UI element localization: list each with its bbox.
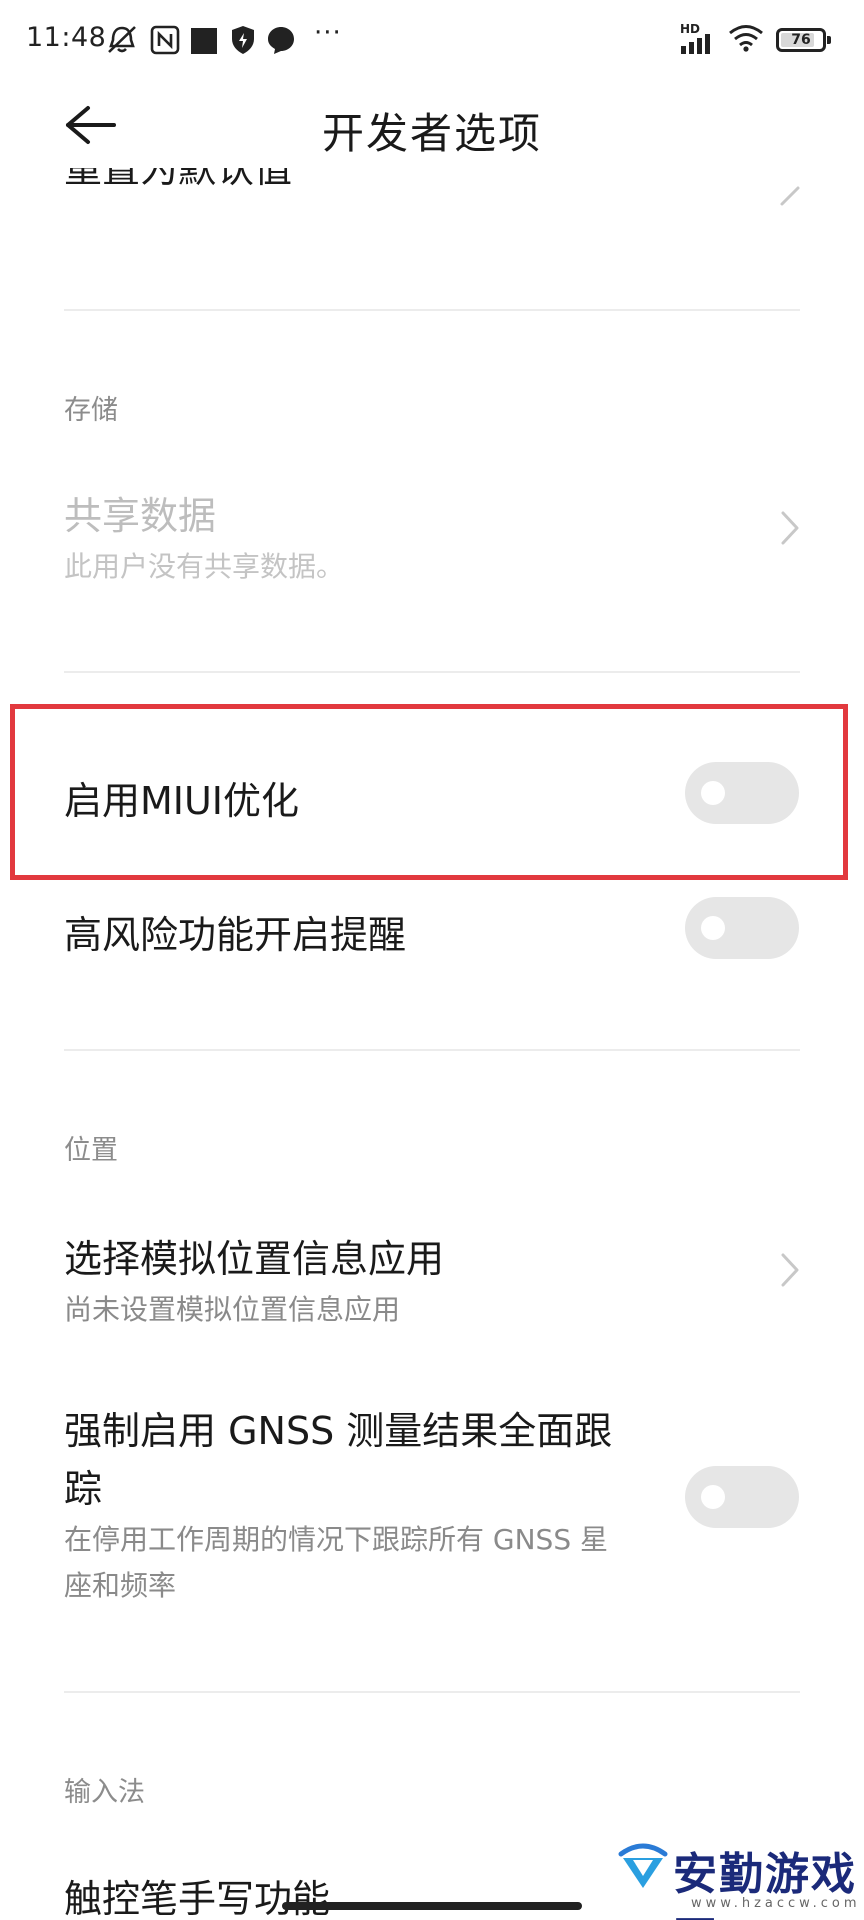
divider [64, 1691, 800, 1693]
section-header-location: 位置 [64, 1135, 118, 1166]
force-gnss-toggle[interactable] [685, 1466, 799, 1528]
screen: 11:48 ··· HD 76 开发者选项 重置为默认值 存储 共享数据 此用户… [0, 0, 864, 1920]
more-notifications-icon: ··· [314, 18, 342, 48]
status-time: 11:48 [26, 22, 107, 53]
divider [64, 671, 800, 673]
wifi-icon [729, 25, 763, 52]
shared-data-title: 共享数据 [64, 494, 217, 538]
mock-location-app-subtitle: 尚未设置模拟位置信息应用 [64, 1293, 401, 1326]
chevron-right-icon [781, 1253, 799, 1287]
force-gnss-title-line1: 强制启用 GNSS 测量结果全面跟 [64, 1409, 613, 1453]
site-watermark: 安勤游戏网 www.hzaccw.com [605, 1832, 864, 1920]
section-header-storage: 存储 [64, 395, 118, 426]
mock-location-app-title: 选择模拟位置信息应用 [64, 1237, 445, 1281]
high-risk-alert-toggle[interactable] [685, 897, 799, 959]
highlight-annotation-box [10, 704, 848, 880]
battery-icon: 76 [776, 28, 831, 52]
high-risk-alert-item[interactable]: 高风险功能开启提醒 [0, 880, 864, 980]
stylus-handwriting-title: 触控笔手写功能 [64, 1877, 331, 1920]
battery-percent: 76 [791, 32, 811, 48]
divider [64, 1049, 800, 1051]
force-gnss-measurement-item[interactable]: 强制启用 GNSS 测量结果全面跟 踪 在停用工作周期的情况下跟踪所有 GNSS… [0, 1390, 864, 1630]
force-gnss-subtitle-line1: 在停用工作周期的情况下跟踪所有 GNSS 星 [64, 1523, 608, 1556]
watermark-url: www.hzaccw.com [691, 1896, 861, 1911]
section-header-input-method: 输入法 [64, 1777, 145, 1808]
watermark-logo-icon [618, 1843, 668, 1888]
force-gnss-title-line2: 踪 [64, 1467, 103, 1511]
chevron-right-icon [781, 511, 799, 545]
chevron-right-icon [780, 186, 800, 206]
mock-location-app-item[interactable]: 选择模拟位置信息应用 尚未设置模拟位置信息应用 [0, 1210, 864, 1340]
security-shield-icon [232, 26, 254, 54]
signal-strength-icon [681, 34, 710, 54]
status-bar: 11:48 ··· HD 76 [0, 0, 864, 80]
reset-defaults-item[interactable]: 重置为默认值 [64, 168, 664, 208]
shared-data-subtitle: 此用户没有共享数据。 [64, 550, 345, 583]
notifications-muted-icon [108, 26, 136, 53]
nfc-icon [150, 25, 180, 55]
chat-bubble-icon [268, 27, 294, 54]
gesture-navigation-handle[interactable] [282, 1902, 582, 1910]
toggle-knob [701, 1485, 725, 1509]
high-risk-alert-title: 高风险功能开启提醒 [64, 913, 407, 957]
reset-defaults-label: 重置为默认值 [64, 168, 293, 191]
shared-data-item[interactable]: 共享数据 此用户没有共享数据。 [0, 470, 864, 600]
force-gnss-subtitle-line2: 座和频率 [64, 1569, 177, 1602]
page-title: 开发者选项 [321, 109, 542, 158]
divider [64, 309, 800, 311]
app-notification-icon [191, 28, 217, 54]
toggle-knob [701, 916, 725, 940]
